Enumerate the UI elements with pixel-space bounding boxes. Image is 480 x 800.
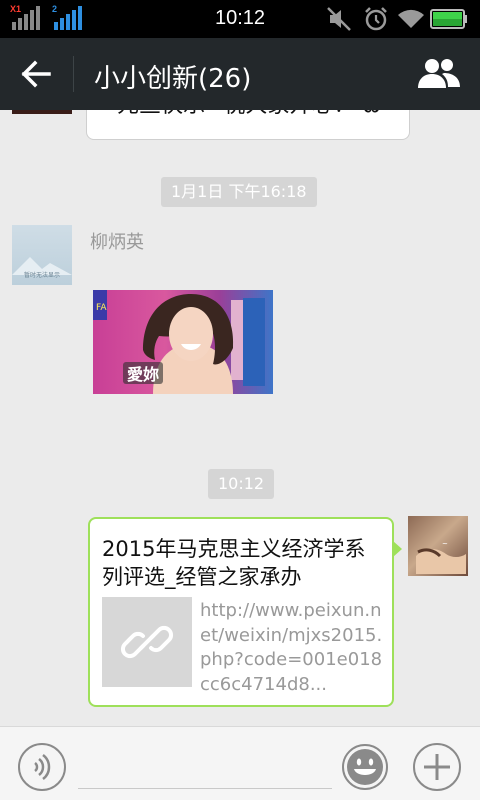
link-icon (120, 625, 174, 659)
voice-icon (34, 754, 51, 780)
previous-message-text: 元旦快乐~祝大家开心！ ω (117, 110, 381, 119)
group-members-icon (418, 59, 460, 88)
emoji-button[interactable] (341, 743, 389, 791)
emoji-icon (342, 744, 388, 790)
svg-text:~: ~ (442, 540, 448, 548)
mute-icon (327, 7, 351, 31)
chat-message-list[interactable]: 元旦快乐~祝大家开心！ ω 1月1日 下午16:18 暂时无法显示 柳炳英 FA… (0, 110, 480, 726)
voice-button[interactable] (18, 743, 66, 791)
previous-avatar[interactable] (12, 110, 72, 114)
sender-name: 柳炳英 (90, 232, 144, 253)
plus-icon (424, 754, 450, 780)
group-members-button[interactable] (416, 56, 462, 92)
alarm-icon (365, 7, 387, 31)
timestamp-2: 10:12 (208, 469, 275, 499)
sticker-caption: 愛妳 (127, 365, 159, 384)
link-url: http://www.peixun.net/weixin/mjxs2015.ph… (200, 600, 383, 695)
battery-icon (430, 9, 467, 29)
back-button[interactable] (14, 56, 58, 92)
previous-message-bubble[interactable]: 元旦快乐~祝大家开心！ ω (86, 110, 410, 140)
chat-title: 小小创新(26) (94, 64, 252, 94)
back-arrow-icon (21, 60, 51, 88)
svg-text:FA: FA (96, 303, 107, 313)
wifi-icon (398, 9, 424, 28)
avatar-caption: 暂时无法显示 (23, 272, 60, 279)
timestamp-1: 1月1日 下午16:18 (161, 177, 317, 207)
message-input-bar (0, 726, 480, 800)
my-avatar[interactable]: ~ (408, 516, 468, 576)
sender-avatar[interactable]: 暂时无法显示 (12, 225, 72, 285)
link-title: 2015年马克思主义经济学系列评选_经管之家承办 (102, 537, 366, 589)
header-divider (73, 56, 74, 92)
sticker-image[interactable]: FA 愛妳 (93, 290, 273, 394)
message-input[interactable] (78, 745, 332, 789)
link-share-bubble[interactable]: 2015年马克思主义经济学系列评选_经管之家承办 http://www.peix… (88, 517, 402, 707)
more-plus-button[interactable] (413, 743, 461, 791)
link-thumbnail (102, 597, 192, 687)
chat-header: 小小创新(26) (0, 38, 480, 110)
status-bar: X1 2 10:12 (0, 0, 480, 38)
